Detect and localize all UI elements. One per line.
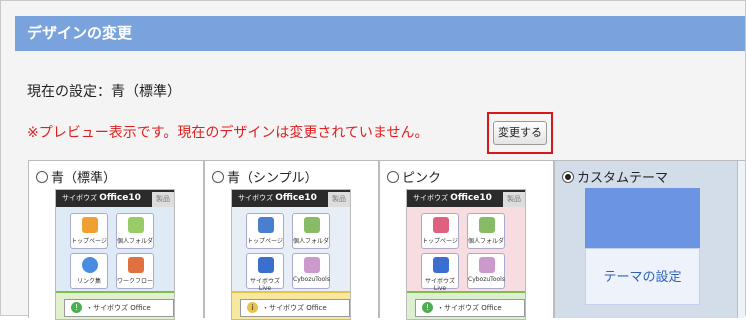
preview-brand: サイボウズ (413, 194, 448, 202)
theme-preview: サイボウズ Office10 製品 トップページ 個人フォルダ (231, 189, 351, 320)
radio-button[interactable] (212, 170, 224, 183)
option-label-text: 青（シンプル） (227, 171, 318, 186)
preview-icon-label: 個人フォルダ (468, 238, 505, 245)
page-title: デザインの変更 (15, 16, 745, 51)
theme-settings-button[interactable]: テーマの設定 (585, 248, 700, 305)
theme-option-label[interactable]: ピンク (387, 167, 441, 186)
info-icon: ! (422, 302, 433, 313)
preview-tab: 製品 (328, 192, 350, 207)
radio-button[interactable] (387, 170, 399, 183)
preview-footer-bar: ! ・サイボウズ Office (64, 299, 174, 317)
globe-icon (82, 257, 98, 273)
theme-option-pink[interactable]: ピンク サイボウズ Office10 製品 トップページ 個人フォルダ サイボウ… (379, 161, 554, 320)
preview-brand: サイボウズ (238, 194, 273, 202)
current-setting: 現在の設定：青（標準） (27, 84, 181, 100)
info-icon: i (247, 302, 258, 313)
preview-tab: 製品 (503, 192, 525, 207)
preview-icon-label: CybozuTools (468, 276, 505, 283)
theme-option-label[interactable]: 青（標準） (36, 167, 116, 186)
preview-icon-label: 個人フォルダ (117, 238, 154, 245)
preview-icon-folder: 個人フォルダ (467, 213, 505, 249)
theme-option-label[interactable]: カスタムテーマ (562, 167, 668, 186)
preview-header: サイボウズ Office10 製品 (407, 190, 525, 207)
preview-icon-label: トップページ (71, 238, 107, 245)
preview-footer-bar: ! ・サイボウズ Office (415, 299, 525, 317)
preview-icon-top: トップページ (70, 213, 108, 249)
option-label-text: 青（標準） (51, 171, 117, 186)
app-frame: デザインの変更 現在の設定：青（標準） ※プレビュー表示です。現在のデザインは変… (0, 0, 746, 320)
custom-theme-swatch (585, 188, 700, 248)
tools-icon (304, 257, 320, 273)
home-icon (82, 217, 98, 233)
preview-icon-links: リンク集 (70, 253, 108, 289)
preview-icon-tools: CybozuTools (292, 253, 330, 289)
change-button-highlight: 変更する (487, 112, 553, 154)
preview-body: トップページ 個人フォルダ サイボウズLive CybozuTools (407, 207, 525, 292)
preview-brand: サイボウズ (62, 194, 97, 202)
preview-icon-label: リンク集 (76, 278, 101, 285)
preview-icon-top: トップページ (421, 213, 459, 249)
preview-product: Office10 (450, 193, 492, 203)
scroll-edge (738, 161, 745, 318)
theme-preview: サイボウズ Office10 製品 トップページ 個人フォルダ (55, 189, 175, 320)
preview-notice: ※プレビュー表示です。現在のデザインは変更されていません。 (27, 125, 429, 141)
info-icon: ! (71, 302, 82, 313)
preview-icon-live: サイボウズLive (421, 253, 459, 292)
folder-icon (128, 217, 144, 233)
live-icon (433, 257, 449, 273)
folder-icon (304, 217, 320, 233)
home-icon (258, 217, 274, 233)
home-icon (433, 217, 449, 233)
workflow-icon (128, 257, 144, 273)
preview-icon-label: トップページ (422, 238, 458, 245)
preview-header: サイボウズ Office10 製品 (232, 190, 350, 207)
change-button[interactable]: 変更する (493, 121, 547, 145)
preview-icon-label: サイボウズLive (424, 278, 455, 292)
preview-footer-text: ・サイボウズ Office (86, 304, 151, 312)
option-label-text: ピンク (402, 171, 442, 186)
preview-product: Office10 (99, 193, 141, 203)
preview-body: トップページ 個人フォルダ サイボウズLive CybozuTools (232, 207, 350, 292)
preview-icon-top: トップページ (246, 213, 284, 249)
preview-icon-tools: CybozuTools (467, 253, 505, 289)
tools-icon (479, 257, 495, 273)
theme-option-blue-simple[interactable]: 青（シンプル） サイボウズ Office10 製品 トップページ 個人フォルダ (204, 161, 379, 320)
preview-icon-folder: 個人フォルダ (292, 213, 330, 249)
preview-icon-folder: 個人フォルダ (116, 213, 154, 249)
preview-footer-text: ・サイボウズ Office (437, 304, 502, 312)
preview-footer-text: ・サイボウズ Office (262, 304, 327, 312)
preview-icon-workflow: ワークフロー (116, 253, 154, 289)
preview-icon-live: サイボウズLive (246, 253, 284, 292)
radio-button[interactable] (36, 170, 48, 183)
theme-preview: サイボウズ Office10 製品 トップページ 個人フォルダ (406, 189, 526, 320)
option-label-text: カスタムテーマ (577, 171, 669, 186)
preview-footer-bar: i ・サイボウズ Office (240, 299, 350, 317)
preview-product: Office10 (275, 193, 317, 203)
preview-icon-label: CybozuTools (293, 276, 330, 283)
preview-header: サイボウズ Office10 製品 (56, 190, 174, 207)
preview-icon-label: サイボウズLive (249, 278, 280, 292)
preview-tab: 製品 (152, 192, 174, 207)
preview-icon-label: 個人フォルダ (293, 238, 330, 245)
radio-button-checked[interactable] (562, 170, 574, 183)
theme-option-custom[interactable]: カスタムテーマ テーマの設定 (554, 161, 738, 318)
preview-body: トップページ 個人フォルダ リンク集 ワークフロー (56, 207, 174, 291)
folder-icon (479, 217, 495, 233)
theme-options: 青（標準） サイボウズ Office10 製品 トップページ 個人フォルダ リン… (28, 160, 745, 320)
theme-option-label[interactable]: 青（シンプル） (212, 167, 318, 186)
preview-icon-label: ワークフロー (117, 278, 154, 285)
live-icon (258, 257, 274, 273)
theme-option-blue-standard[interactable]: 青（標準） サイボウズ Office10 製品 トップページ 個人フォルダ リン… (28, 161, 204, 320)
preview-icon-label: トップページ (247, 238, 283, 245)
